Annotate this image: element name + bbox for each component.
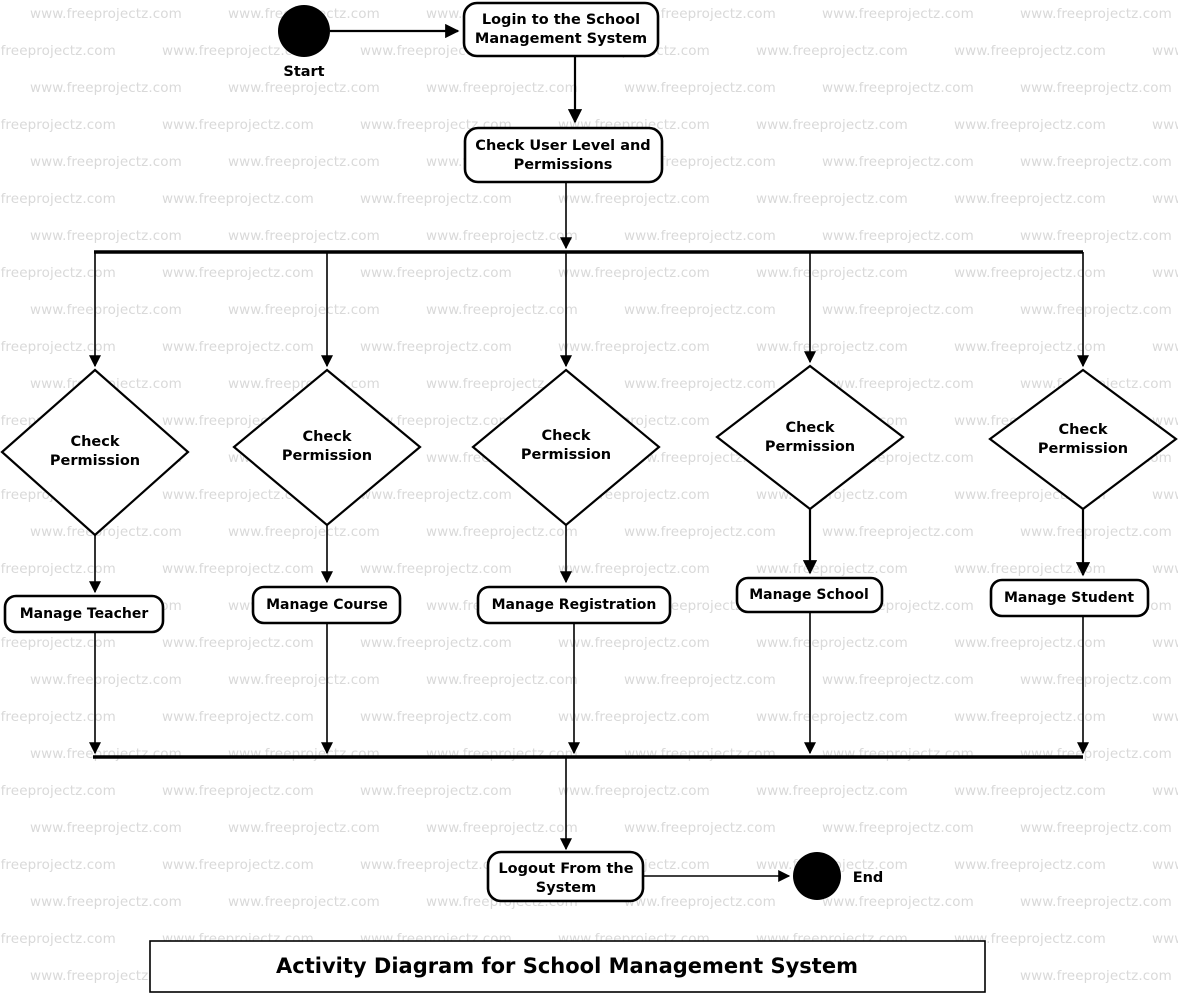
decision-4-line1: Check <box>785 420 834 436</box>
decision-5-line2: Permission <box>1038 441 1128 457</box>
decision-5-line1: Check <box>1058 422 1107 438</box>
activity-check-user-line1: Check User Level and <box>475 138 650 154</box>
activity-login[interactable] <box>462 1 660 58</box>
start-node <box>278 5 330 57</box>
start-label: Start <box>283 64 324 80</box>
activity-manage-course-label: Manage Course <box>266 597 388 613</box>
activity-manage-student-label: Manage Student <box>1004 590 1134 606</box>
end-label: End <box>853 870 884 886</box>
decision-4-line2: Permission <box>765 439 855 455</box>
end-node <box>793 852 841 900</box>
decision-2-line1: Check <box>302 429 351 445</box>
decision-check-permission-5[interactable] <box>988 368 1178 511</box>
activity-check-user-line2: Permissions <box>514 157 613 173</box>
decision-1-line2: Permission <box>50 453 140 469</box>
decision-1-line1: Check <box>70 434 119 450</box>
diagram-title: Activity Diagram for School Management S… <box>276 954 858 978</box>
activity-logout-line2: System <box>536 880 596 896</box>
activity-login-line1: Login to the School <box>482 12 640 28</box>
decision-3-line1: Check <box>541 428 590 444</box>
decision-check-permission-4[interactable] <box>715 364 905 511</box>
activity-diagram-canvas: www.freeprojectz.com www.freeprojectz.com… <box>0 0 1178 994</box>
activity-logout-line1: Logout From the <box>498 861 633 877</box>
activity-manage-school-label: Manage School <box>749 587 869 603</box>
activity-manage-teacher-label: Manage Teacher <box>20 606 149 622</box>
activity-manage-registration-label: Manage Registration <box>492 597 657 613</box>
diagram-layer: Start Login to the School Management Sys… <box>0 0 1178 994</box>
decision-3-line2: Permission <box>521 447 611 463</box>
decision-2-line2: Permission <box>282 448 372 464</box>
activity-check-user-level[interactable] <box>463 126 664 184</box>
activity-login-line2: Management System <box>475 31 647 47</box>
